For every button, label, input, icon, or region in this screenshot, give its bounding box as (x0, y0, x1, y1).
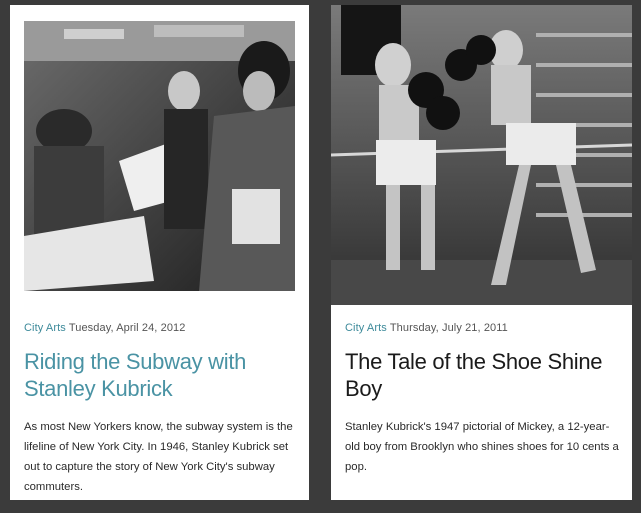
article-meta: City Arts Tuesday, April 24, 2012 (24, 322, 185, 334)
article-date: Tuesday, April 24, 2012 (68, 322, 186, 334)
article-title-link[interactable]: The Tale of the Shoe Shine Boy (345, 348, 615, 402)
article-meta: City Arts Thursday, July 21, 2011 (345, 322, 508, 334)
category-link[interactable]: City Arts (24, 322, 66, 334)
article-excerpt: Stanley Kubrick's 1947 pictorial of Mick… (345, 421, 619, 473)
article-card: City Arts Tuesday, April 24, 2012 Riding… (10, 5, 309, 500)
category-link[interactable]: City Arts (345, 322, 387, 334)
article-card: City Arts Thursday, July 21, 2011 The Ta… (331, 5, 632, 500)
article-photo[interactable] (24, 21, 295, 291)
article-date: Thursday, July 21, 2011 (389, 322, 508, 334)
article-excerpt: As most New Yorkers know, the subway sys… (24, 421, 293, 493)
article-photo[interactable] (331, 5, 632, 305)
article-title-link[interactable]: Riding the Subway with Stanley Kubrick (24, 348, 284, 402)
